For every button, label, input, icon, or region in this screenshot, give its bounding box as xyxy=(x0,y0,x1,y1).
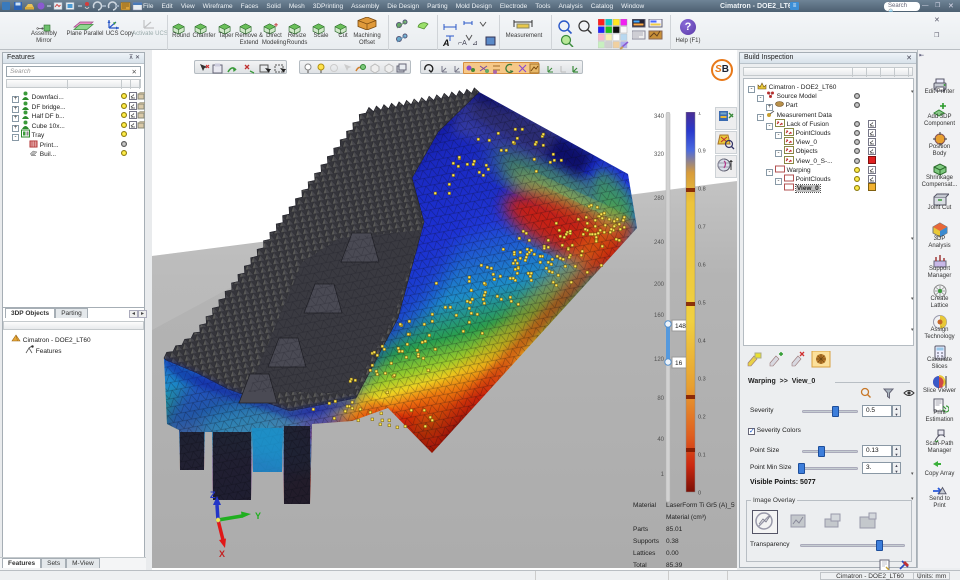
svg-text:Y: Y xyxy=(255,511,261,521)
svg-text:0.8: 0.8 xyxy=(698,187,706,193)
svg-text:0.4: 0.4 xyxy=(698,339,706,345)
svg-text:X: X xyxy=(219,549,225,559)
svg-text:148: 148 xyxy=(675,323,686,330)
svg-text:0.7: 0.7 xyxy=(698,225,706,231)
svg-text:0.3: 0.3 xyxy=(698,377,706,383)
svg-text:80: 80 xyxy=(657,396,664,402)
svg-text:240: 240 xyxy=(654,240,665,246)
svg-text:320: 320 xyxy=(654,152,665,158)
svg-text:A: A xyxy=(442,38,450,47)
svg-text:120: 120 xyxy=(654,357,665,363)
svg-text:Z: Z xyxy=(210,490,216,500)
svg-text:0: 0 xyxy=(698,491,701,497)
svg-text:0.6: 0.6 xyxy=(698,263,706,269)
svg-text:200: 200 xyxy=(654,282,665,288)
svg-text:160: 160 xyxy=(654,313,665,319)
svg-text:280: 280 xyxy=(654,196,665,202)
svg-text:⊿: ⊿ xyxy=(472,40,478,47)
svg-text:1: 1 xyxy=(698,112,701,117)
svg-text:40: 40 xyxy=(657,437,664,443)
svg-text:0.2: 0.2 xyxy=(698,415,706,421)
svg-text:1: 1 xyxy=(661,472,665,478)
svg-text:0.9: 0.9 xyxy=(698,149,706,155)
svg-text:0.5: 0.5 xyxy=(698,301,706,307)
svg-text:⌐A: ⌐A xyxy=(458,40,467,47)
svg-text:340: 340 xyxy=(654,114,665,120)
svg-text:16: 16 xyxy=(675,360,683,367)
svg-text:0.1: 0.1 xyxy=(698,453,706,459)
